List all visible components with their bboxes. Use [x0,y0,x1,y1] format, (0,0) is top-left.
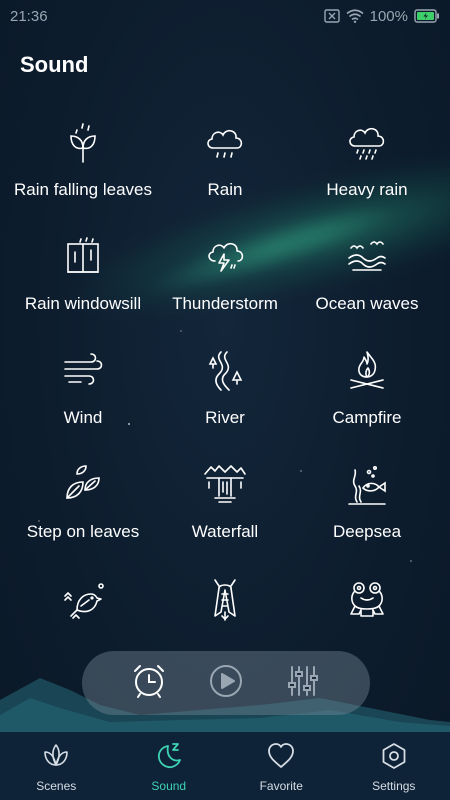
campfire-icon [345,348,389,392]
mixer-icon [285,663,321,704]
sound-tile-heavy-rain[interactable]: Heavy rain [292,120,442,220]
sound-tile-wind[interactable]: Wind [8,348,158,448]
sound-tile-thunderstorm[interactable]: Thunderstorm [150,234,300,334]
sound-label: Rain [207,180,243,199]
nav-item-sound[interactable]: Sound [113,740,225,793]
sound-label: Thunderstorm [172,294,278,313]
nav-label: Scenes [36,779,77,793]
status-bar: 21:36 100% [0,0,450,32]
nav-item-scenes[interactable]: Scenes [0,740,112,793]
mixer-button[interactable] [283,663,323,703]
cicada-icon [203,578,247,622]
heavy-rain-cloud-icon [345,120,389,164]
river-icon [203,348,247,392]
app-screen: 21:36 100% Sound Rain falling leaves Rai… [0,0,450,800]
nav-label: Favorite [259,779,303,793]
sound-tile-rain[interactable]: Rain [150,120,300,220]
wifi-icon [346,9,364,23]
deepsea-icon [345,462,389,506]
sound-tile-step-on-leaves[interactable]: Step on leaves [8,462,158,562]
sound-tile-river[interactable]: River [150,348,300,448]
sound-tile-rain-falling-leaves[interactable]: Rain falling leaves [8,120,158,220]
lotus-icon [40,740,72,772]
sound-tile-campfire[interactable]: Campfire [292,348,442,448]
sound-label: Step on leaves [26,522,140,541]
moon-sleep-icon [153,740,185,772]
nav-item-settings[interactable]: Settings [338,740,450,793]
bird-icon [61,578,105,622]
sound-label: Rain falling leaves [14,180,152,199]
page-title: Sound [20,52,89,77]
nav-label: Settings [372,779,416,793]
sound-label: Waterfall [191,522,259,541]
status-time: 21:36 [10,7,48,25]
no-sim-icon [323,9,340,23]
nav-label: Sound [151,779,187,793]
bottom-nav: Scenes Sound Favorite Settings [0,732,450,800]
waves-birds-icon [345,234,389,278]
sound-tile-ocean-waves[interactable]: Ocean waves [292,234,442,334]
sound-tile-rain-windowsill[interactable]: Rain windowsill [8,234,158,334]
wind-icon [61,348,105,392]
player-controls [82,651,370,715]
sound-label: Campfire [332,408,402,427]
play-button[interactable] [206,663,246,703]
sound-label: Deepsea [332,522,402,541]
thunderstorm-icon [203,234,247,278]
sound-label: Rain windowsill [24,294,142,313]
leaves-icon [61,462,105,506]
play-icon [208,663,244,704]
waterfall-icon [203,462,247,506]
hexagon-gear-icon [378,740,410,772]
battery-percent: 100% [369,7,408,25]
rain-cloud-icon [203,120,247,164]
window-rain-icon [61,234,105,278]
sound-label: Heavy rain [326,180,408,199]
sound-tile-deepsea[interactable]: Deepsea [292,462,442,562]
sound-tile-waterfall[interactable]: Waterfall [150,462,300,562]
battery-charging-icon [414,9,440,23]
sound-label: Wind [63,408,103,427]
rain-leaves-icon [61,120,105,164]
alarm-button[interactable] [129,663,169,703]
sound-label: Ocean waves [315,294,419,313]
sound-label: River [205,408,245,427]
alarm-clock-icon [131,663,167,704]
nav-item-favorite[interactable]: Favorite [225,740,337,793]
status-icons: 100% [323,7,440,25]
heart-icon [265,740,297,772]
frog-icon [345,578,389,622]
